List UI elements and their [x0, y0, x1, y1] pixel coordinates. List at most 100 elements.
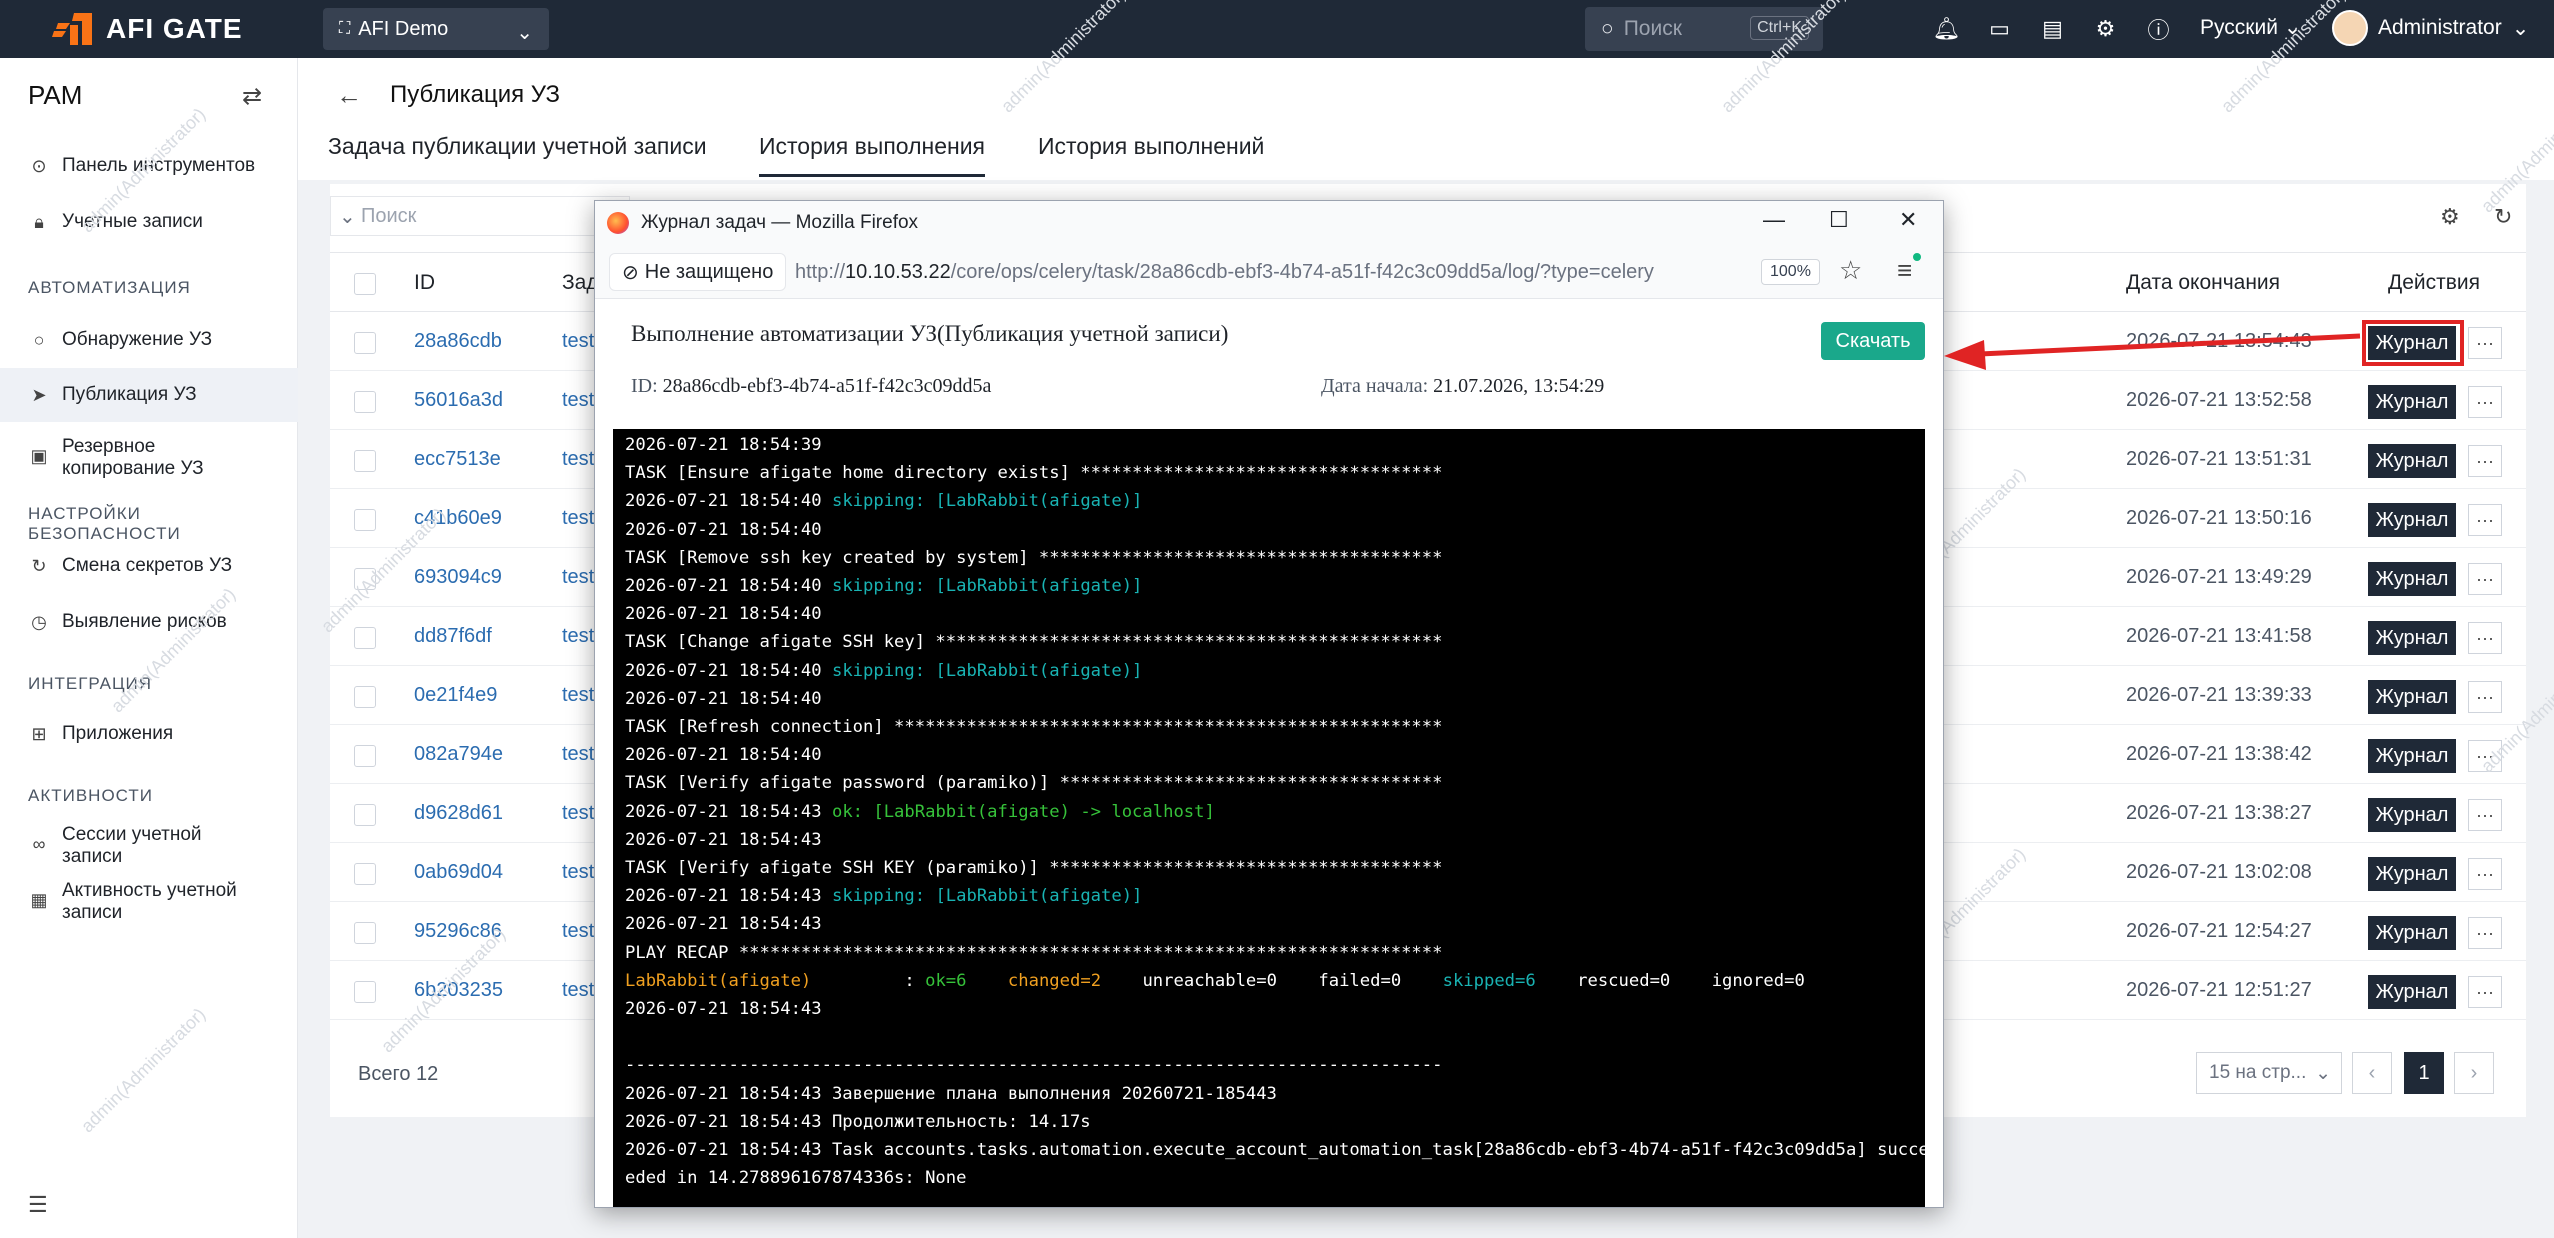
- more-button[interactable]: ···: [2468, 799, 2502, 831]
- more-button[interactable]: ···: [2468, 504, 2502, 536]
- prev-page-button[interactable]: ‹: [2352, 1052, 2392, 1094]
- journal-button[interactable]: Журнал: [2368, 503, 2456, 537]
- chevron-down-icon: ⌄: [339, 205, 356, 228]
- close-icon[interactable]: ✕: [1899, 207, 1917, 233]
- sidebar-item-discovery[interactable]: ○ Обнаружение УЗ: [0, 320, 298, 360]
- more-button[interactable]: ···: [2468, 563, 2502, 595]
- journal-button[interactable]: Журнал: [2368, 562, 2456, 596]
- collapse-sidebar-icon[interactable]: ☰: [28, 1192, 48, 1218]
- row-id[interactable]: dd87f6df: [414, 625, 492, 648]
- brand-logo[interactable]: AFI GATE: [52, 11, 243, 47]
- row-id[interactable]: ecc7513e: [414, 448, 501, 471]
- search-icon: ○: [1601, 17, 1614, 40]
- row-task[interactable]: test: [562, 920, 594, 943]
- row-id[interactable]: 0e21f4e9: [414, 684, 497, 707]
- row-end-date: 2026-07-21 13:38:42: [2126, 743, 2312, 765]
- not-secure-badge[interactable]: ⊘ Не защищено: [609, 253, 787, 291]
- more-button[interactable]: ···: [2468, 917, 2502, 949]
- org-selector[interactable]: ⛶ AFI Demo ⌄: [323, 8, 549, 50]
- download-button[interactable]: Скачать: [1821, 322, 1925, 360]
- page-button[interactable]: 1: [2404, 1052, 2444, 1094]
- select-all-checkbox[interactable]: [354, 273, 376, 295]
- user-menu[interactable]: Administrator ⌄: [2332, 10, 2529, 46]
- row-task[interactable]: test: [562, 684, 594, 707]
- switch-icon[interactable]: ⇄: [242, 82, 262, 111]
- gear-icon[interactable]: ⚙: [2089, 14, 2122, 44]
- more-button[interactable]: ···: [2468, 858, 2502, 890]
- sidebar-item-sessions[interactable]: ∞ Сессии учетной записи: [0, 824, 298, 880]
- menu-icon[interactable]: ≡: [1897, 255, 1912, 286]
- terminal-icon[interactable]: ▭: [1983, 14, 2016, 44]
- journal-button[interactable]: Журнал: [2368, 857, 2456, 891]
- more-button[interactable]: ···: [2468, 386, 2502, 418]
- lock-icon: 🔒︎: [34, 211, 44, 232]
- row-task[interactable]: test: [562, 448, 594, 471]
- journal-button[interactable]: Журнал: [2368, 916, 2456, 950]
- row-checkbox[interactable]: [354, 804, 376, 826]
- row-task[interactable]: test: [562, 861, 594, 884]
- row-checkbox[interactable]: [354, 922, 376, 944]
- row-checkbox[interactable]: [354, 686, 376, 708]
- sidebar-item-risks[interactable]: ◷ Выявление рисков: [0, 602, 298, 642]
- journal-button[interactable]: Журнал: [2368, 621, 2456, 655]
- url-field[interactable]: http://10.10.53.22/core/ops/celery/task/…: [795, 261, 1654, 284]
- sidebar-item-apps[interactable]: ⊞ Приложения: [0, 714, 298, 754]
- sidebar-item-activity[interactable]: ▦ Активность учетной записи: [0, 880, 298, 936]
- clipboard-icon[interactable]: ▤: [2036, 14, 2069, 44]
- row-id[interactable]: 693094c9: [414, 566, 502, 589]
- row-checkbox[interactable]: [354, 863, 376, 885]
- row-id[interactable]: d9628d61: [414, 802, 503, 825]
- row-id[interactable]: 28a86cdb: [414, 330, 502, 353]
- row-task[interactable]: test: [562, 802, 594, 825]
- journal-button[interactable]: Журнал: [2368, 385, 2456, 419]
- more-button[interactable]: ···: [2468, 622, 2502, 654]
- page-size-select[interactable]: 15 на стр... ⌄: [2196, 1052, 2342, 1094]
- log-terminal[interactable]: 2026-07-21 18:54:39 TASK [Ensure afigate …: [613, 429, 1925, 1207]
- bell-icon[interactable]: 🔔︎: [1930, 14, 1963, 44]
- tab-execution-history[interactable]: История выполнения: [759, 133, 985, 177]
- row-task[interactable]: test: [562, 330, 594, 353]
- more-button[interactable]: ···: [2468, 445, 2502, 477]
- sidebar-item-accounts[interactable]: 🔒︎ Учетные записи: [0, 202, 298, 242]
- next-page-button[interactable]: ›: [2454, 1052, 2494, 1094]
- minimize-icon[interactable]: —: [1763, 207, 1785, 233]
- row-checkbox[interactable]: [354, 509, 376, 531]
- journal-button[interactable]: Журнал: [2368, 680, 2456, 714]
- journal-button[interactable]: Журнал: [2368, 444, 2456, 478]
- row-checkbox[interactable]: [354, 450, 376, 472]
- star-icon[interactable]: ☆: [1839, 255, 1862, 286]
- journal-button[interactable]: Журнал: [2368, 798, 2456, 832]
- window-titlebar[interactable]: Журнал задач — Mozilla Firefox — ☐ ✕: [595, 201, 1943, 245]
- row-checkbox[interactable]: [354, 745, 376, 767]
- row-task[interactable]: test: [562, 507, 594, 530]
- back-arrow-icon[interactable]: ←: [336, 80, 362, 111]
- sidebar-item-secret-change[interactable]: ↻ Смена секретов УЗ: [0, 546, 298, 586]
- more-button[interactable]: ···: [2468, 327, 2502, 359]
- row-checkbox[interactable]: [354, 391, 376, 413]
- row-task[interactable]: test: [562, 389, 594, 412]
- tab-publication-task[interactable]: Задача публикации учетной записи: [328, 133, 707, 160]
- row-checkbox[interactable]: [354, 627, 376, 649]
- journal-button[interactable]: Журнал: [2368, 739, 2456, 773]
- row-task[interactable]: test: [562, 979, 594, 1002]
- row-checkbox[interactable]: [354, 981, 376, 1003]
- row-checkbox[interactable]: [354, 332, 376, 354]
- row-id[interactable]: 56016a3d: [414, 389, 503, 412]
- row-task[interactable]: test: [562, 743, 594, 766]
- help-icon[interactable]: ⓘ: [2142, 14, 2175, 44]
- row-id[interactable]: 0ab69d04: [414, 861, 503, 884]
- maximize-icon[interactable]: ☐: [1829, 207, 1849, 233]
- sidebar-item-backup[interactable]: ▣ Резервное копирование УЗ: [0, 430, 298, 490]
- more-button[interactable]: ···: [2468, 976, 2502, 1008]
- sidebar-item-publication[interactable]: ➤ Публикация УЗ: [0, 368, 298, 422]
- filter-input[interactable]: ⌄ Поиск: [330, 196, 630, 236]
- more-button[interactable]: ···: [2468, 681, 2502, 713]
- row-id[interactable]: 082a794e: [414, 743, 503, 766]
- tab-executions-history[interactable]: История выполнений: [1038, 133, 1264, 160]
- row-task[interactable]: test: [562, 625, 594, 648]
- settings-icon[interactable]: ⚙: [2440, 204, 2460, 230]
- journal-button[interactable]: Журнал: [2368, 975, 2456, 1009]
- row-end-date: 2026-07-21 12:54:27: [2126, 920, 2312, 942]
- row-task[interactable]: test: [562, 566, 594, 589]
- zoom-badge[interactable]: 100%: [1761, 259, 1820, 285]
